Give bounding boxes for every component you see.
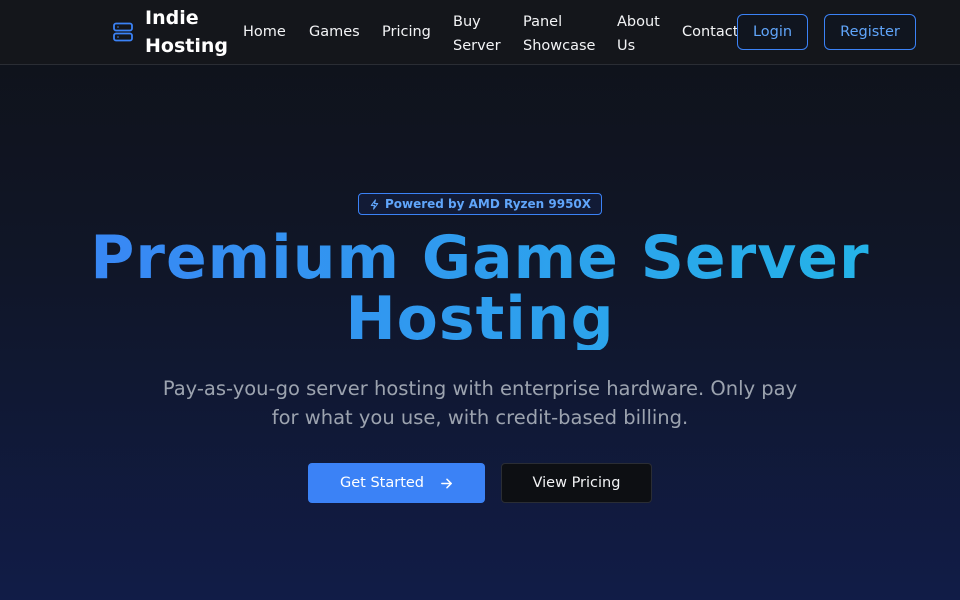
nav-link-home[interactable]: Home [243, 20, 286, 44]
nav-link-buy-server[interactable]: Buy Server [453, 10, 511, 58]
hero-badge-label: Powered by AMD Ryzen 9950X [384, 197, 592, 211]
register-button[interactable]: Register [824, 14, 916, 50]
get-started-label: Get Started [340, 475, 424, 491]
nav-link-contact[interactable]: Contact [682, 20, 738, 44]
nav-link-about-us[interactable]: About Us [617, 10, 669, 58]
hero-title: Premium Game Server Hosting [0, 228, 960, 350]
get-started-button[interactable]: Get Started [308, 463, 485, 503]
brand-logo[interactable]: Indie Hosting [112, 4, 240, 60]
nav-link-games[interactable]: Games [309, 20, 360, 44]
brand-name: Indie Hosting [145, 7, 228, 57]
navbar: Indie Hosting Home Games Pricing Buy Ser… [0, 0, 960, 65]
lightning-icon [369, 198, 380, 210]
nav-link-panel-showcase[interactable]: Panel Showcase [523, 10, 603, 58]
login-button[interactable]: Login [737, 14, 808, 50]
server-icon [112, 21, 134, 43]
arrow-right-icon [440, 477, 453, 490]
view-pricing-button[interactable]: View Pricing [501, 463, 652, 503]
hero-subtitle: Pay-as-you-go server hosting with enterp… [162, 377, 798, 429]
hero-badge: Powered by AMD Ryzen 9950X [358, 193, 602, 215]
nav-link-pricing[interactable]: Pricing [382, 20, 431, 44]
